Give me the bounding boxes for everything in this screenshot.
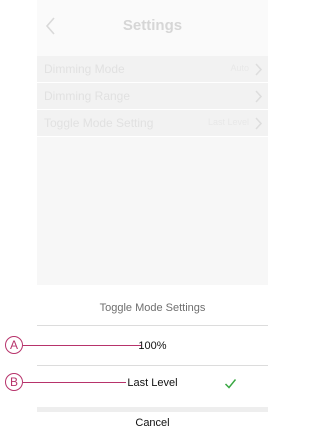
callout-letter: B	[9, 375, 18, 389]
settings-list: Dimming Mode Auto Dimming Range Toggle M…	[37, 56, 268, 137]
option-label: 100%	[138, 340, 167, 352]
chevron-right-icon	[255, 117, 263, 130]
setting-value: Auto	[230, 63, 249, 73]
callout-b-line	[23, 382, 126, 383]
option-last-level[interactable]: Last Level	[37, 366, 268, 402]
setting-label: Dimming Range	[44, 89, 131, 103]
setting-label: Toggle Mode Setting	[44, 116, 154, 130]
chevron-right-icon	[255, 63, 263, 76]
setting-row-dimming-mode[interactable]: Dimming Mode Auto	[37, 56, 268, 83]
setting-row-dimming-range[interactable]: Dimming Range	[37, 83, 268, 110]
checkmark-icon	[224, 379, 237, 389]
sheet-title: Toggle Mode Settings	[99, 302, 206, 314]
chevron-right-icon	[255, 90, 263, 103]
callout-b: B	[5, 373, 23, 391]
phone-screen: Settings Dimming Mode Auto Dimming Range…	[37, 0, 268, 436]
callout-a-line	[23, 345, 141, 346]
option-100-percent[interactable]: 100%	[37, 329, 268, 365]
cancel-button[interactable]: Cancel	[37, 412, 268, 436]
divider	[37, 325, 268, 326]
cancel-label: Cancel	[135, 417, 170, 429]
setting-row-toggle-mode[interactable]: Toggle Mode Setting Last Level	[37, 110, 268, 137]
page-title: Settings	[122, 17, 183, 34]
setting-value: Last Level	[207, 117, 249, 127]
callout-a: A	[5, 336, 23, 354]
toggle-mode-sheet: Toggle Mode Settings 100% Last Level Can…	[37, 285, 268, 436]
setting-label: Dimming Mode	[44, 62, 125, 76]
header: Settings	[37, 0, 268, 56]
callout-letter: A	[9, 338, 18, 352]
